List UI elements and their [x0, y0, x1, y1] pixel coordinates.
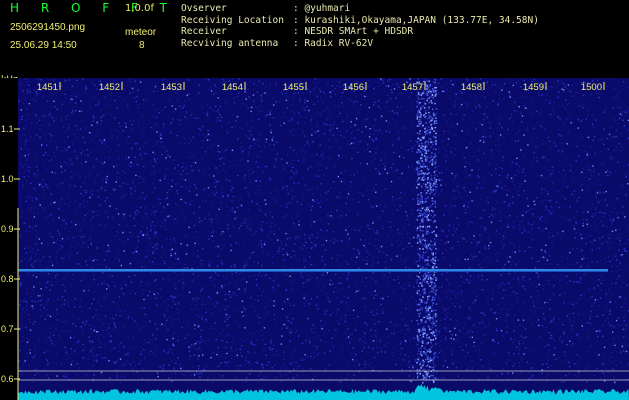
x-tick-label: 1500	[581, 82, 602, 93]
x-tick-label: 1457	[402, 82, 423, 93]
x-tick-label: 1455	[283, 82, 304, 93]
y-tick-label: 1.1	[1, 124, 14, 134]
x-tick-label: 1459	[523, 82, 544, 93]
y-tick-label: 0.6	[1, 374, 14, 384]
y-tick-label: 1.0	[1, 174, 14, 184]
x-tick-label: 1456	[343, 82, 364, 93]
x-tick-label: 1452	[99, 82, 120, 93]
y-tick-label: 0.8	[1, 274, 14, 284]
x-tick-label: 1453	[161, 82, 182, 93]
y-tick-label: 0.9	[1, 224, 14, 234]
x-tick-label: 1454	[222, 82, 243, 93]
waterfall-spectrogram: 1451 1452 1453 1454 1455 1456 1457 1458 1459 1500…	[0, 78, 629, 400]
x-tick-label: 1458	[461, 82, 482, 93]
y-tick-label: 0.7	[1, 324, 14, 334]
x-tick-label: 1451	[37, 82, 58, 93]
